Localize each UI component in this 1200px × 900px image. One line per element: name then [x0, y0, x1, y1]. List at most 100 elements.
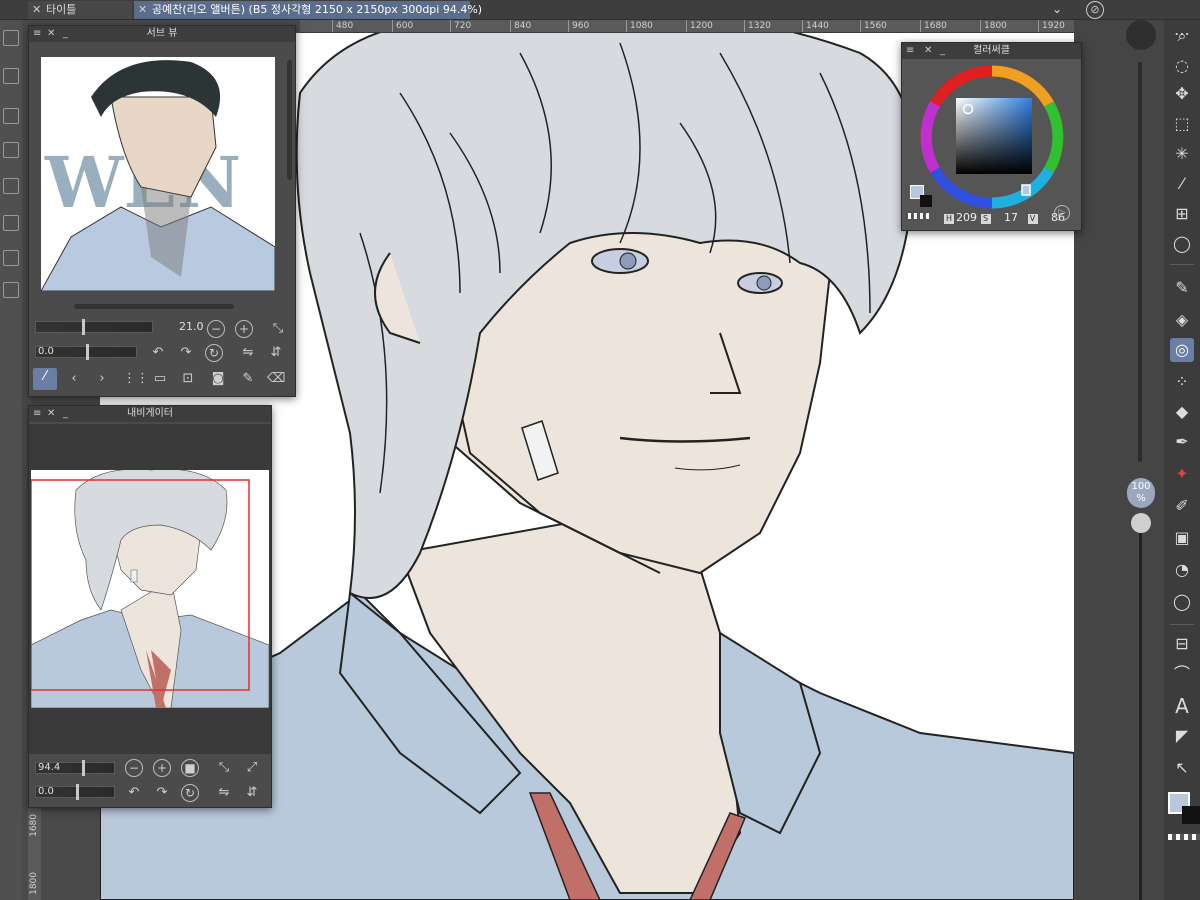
zoom-out-icon[interactable]: −: [207, 320, 225, 338]
fit-view-icon[interactable]: ⤡: [269, 320, 287, 338]
window-icon[interactable]: [3, 108, 19, 124]
play-icon[interactable]: ▷: [1054, 205, 1070, 221]
hand-tool-icon[interactable]: ◌: [1170, 54, 1194, 78]
triangle-icon[interactable]: ◤: [1170, 724, 1194, 748]
rotate-right-icon[interactable]: ↷: [153, 784, 171, 802]
background-color-swatch[interactable]: [1182, 806, 1200, 824]
layer-icon[interactable]: [3, 30, 19, 46]
fill-bucket-icon[interactable]: ◆: [1170, 400, 1194, 424]
blend-tool-icon[interactable]: ✒: [1170, 430, 1194, 454]
close-icon[interactable]: ✕: [924, 43, 932, 59]
grid-icon[interactable]: ⋮⋮: [123, 370, 149, 388]
horizontal-scrollbar[interactable]: [74, 304, 234, 309]
reset-rotation-icon[interactable]: ↻: [181, 784, 199, 802]
frame-icon[interactable]: ⊟: [1170, 632, 1194, 656]
rotate-right-icon[interactable]: ↷: [177, 344, 195, 362]
eyedropper-icon[interactable]: ⁄: [1170, 172, 1194, 196]
zoom-slider[interactable]: 94.4: [35, 760, 115, 776]
slider-thumb[interactable]: [82, 760, 85, 776]
hue-ring[interactable]: [918, 63, 1066, 211]
tab-title[interactable]: ✕ 타이틀: [28, 1, 132, 19]
zoom-in-icon[interactable]: +: [153, 759, 171, 777]
reset-rotation-icon[interactable]: ↻: [205, 344, 223, 362]
flip-vertical-icon[interactable]: ⇵: [243, 784, 261, 802]
close-icon[interactable]: ✕: [47, 26, 55, 42]
previous-icon[interactable]: ‹: [65, 370, 83, 388]
zoom-in-icon[interactable]: +: [235, 320, 253, 338]
navigator-reset-icon[interactable]: ⊘: [1086, 1, 1104, 19]
balloon-icon[interactable]: ◯: [1170, 590, 1194, 614]
list-icon[interactable]: [3, 178, 19, 194]
stop-icon[interactable]: ■: [181, 759, 199, 777]
flip-horizontal-icon[interactable]: ⇋: [215, 784, 233, 802]
flip-horizontal-icon[interactable]: ⇋: [239, 344, 257, 362]
edit-icon[interactable]: ✎: [239, 370, 257, 388]
zoom-slider-thumb[interactable]: [1131, 513, 1151, 533]
move-tool-icon[interactable]: ✥: [1170, 82, 1194, 106]
navigator-preview[interactable]: [31, 470, 269, 708]
minimize-icon[interactable]: _: [63, 406, 68, 422]
nodes-icon[interactable]: [3, 250, 19, 266]
minimize-icon[interactable]: _: [63, 26, 68, 42]
vertical-scrollbar[interactable]: [1138, 62, 1142, 462]
rotate-left-icon[interactable]: ↶: [149, 344, 167, 362]
canvas-side-area: [1074, 20, 1164, 900]
ruler-tool-icon[interactable]: ⌒: [1170, 662, 1194, 686]
zoom-slider[interactable]: [35, 319, 153, 335]
fit-view-icon[interactable]: ⤡: [215, 759, 233, 777]
import-image-icon[interactable]: ⊡: [179, 370, 197, 388]
tool-bar: ⋯ ⌕ ◌ ✥ ⬚ ✳ ⁄ ⊞ ◯ ✎ ◈ ◎ ⁘ ◆ ✒ ✦ ✐ ▣ ◔ ◯ …: [1164, 20, 1200, 900]
pencil-icon[interactable]: ✐: [1170, 494, 1194, 518]
rotation-knob[interactable]: [1126, 20, 1156, 50]
camera-icon[interactable]: ◙: [209, 370, 227, 388]
chevron-down-icon[interactable]: ⌄: [1052, 2, 1062, 16]
sub-color-swatch[interactable]: [920, 195, 932, 207]
trash-icon[interactable]: ⌫: [267, 370, 285, 388]
zoom-slider-track[interactable]: [1139, 533, 1142, 900]
tab-document[interactable]: ✕ 공예찬(리오 앨버튼) (B5 정사각형 2150 x 2150px 300…: [134, 1, 482, 19]
hue-cursor[interactable]: [1021, 184, 1031, 196]
brush-tool-icon[interactable]: ◎: [1170, 338, 1194, 362]
transparent-color-swatch[interactable]: [1168, 834, 1200, 840]
close-icon[interactable]: ✕: [138, 1, 147, 19]
rotate-left-icon[interactable]: ↶: [125, 784, 143, 802]
slider-thumb[interactable]: [86, 344, 89, 360]
filmstrip-icon[interactable]: [3, 142, 19, 158]
lasso-icon[interactable]: ◯: [1170, 232, 1194, 256]
grid-tool-icon[interactable]: ⊞: [1170, 202, 1194, 226]
blur-icon[interactable]: ◔: [1170, 558, 1194, 582]
reference-image[interactable]: WEN: [41, 57, 275, 291]
spray-icon[interactable]: ⁘: [1170, 370, 1194, 394]
flip-vertical-icon[interactable]: ⇵: [267, 344, 285, 362]
menu-icon[interactable]: ≡: [33, 406, 41, 422]
pen-tool-icon[interactable]: ✎: [1170, 276, 1194, 300]
slider-thumb[interactable]: [82, 319, 85, 335]
eraser-icon[interactable]: ◈: [1170, 308, 1194, 332]
drops-icon[interactable]: [3, 282, 19, 298]
vertical-scrollbar[interactable]: [287, 60, 292, 180]
close-icon[interactable]: ✕: [47, 406, 55, 422]
menu-icon[interactable]: ≡: [906, 43, 914, 59]
transparent-swatch[interactable]: [908, 213, 932, 219]
menu-icon[interactable]: ≡: [33, 26, 41, 42]
decoration-icon[interactable]: ✦: [1170, 462, 1194, 486]
next-icon[interactable]: ›: [93, 370, 111, 388]
text-tool-icon[interactable]: A: [1170, 694, 1194, 718]
gradient-icon[interactable]: ▣: [1170, 526, 1194, 550]
slider-thumb[interactable]: [76, 784, 79, 800]
close-icon[interactable]: ✕: [32, 1, 41, 19]
minimize-icon[interactable]: _: [940, 43, 945, 59]
open-folder-icon[interactable]: ▭: [151, 370, 169, 388]
rotation-slider[interactable]: 0.0: [35, 784, 115, 800]
rotation-slider[interactable]: 0.0: [35, 344, 137, 360]
eyedropper-icon[interactable]: ⁄: [33, 368, 57, 390]
magic-wand-icon[interactable]: ✳: [1170, 142, 1194, 166]
select-arrow-icon[interactable]: ↖: [1170, 756, 1194, 780]
zoom-tool-icon[interactable]: ⌕: [1170, 24, 1194, 48]
navigator-view[interactable]: [29, 424, 271, 754]
settings-icon[interactable]: [3, 68, 19, 84]
grid-icon[interactable]: [3, 215, 19, 231]
object-tool-icon[interactable]: ⬚: [1170, 112, 1194, 136]
actual-size-icon[interactable]: ⤢: [243, 759, 261, 777]
zoom-out-icon[interactable]: −: [125, 759, 143, 777]
